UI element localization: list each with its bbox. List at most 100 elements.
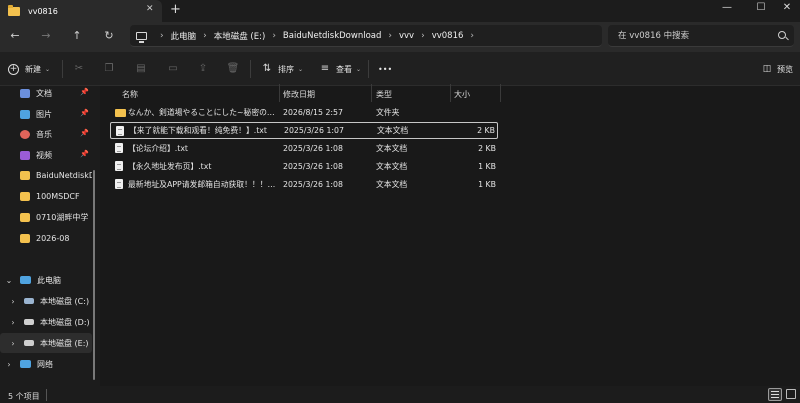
text-file-icon <box>116 126 124 136</box>
drive-icon <box>24 340 34 346</box>
sidebar-item-label: 100MSDCF <box>36 191 80 201</box>
file-modified: 2025/3/26 1:08 <box>283 180 343 189</box>
sidebar-item-label: 音乐 <box>36 129 52 139</box>
file-modified: 2026/8/15 2:57 <box>283 108 343 117</box>
sidebar-item-2026-08[interactable]: 2026-08 <box>0 228 92 248</box>
column-divider[interactable] <box>279 84 280 102</box>
sort-label: 排序 <box>278 64 294 74</box>
status-divider <box>46 389 47 401</box>
sidebar-scrollbar[interactable] <box>93 170 95 380</box>
sidebar-item-label: BaiduNetdiskDownload <box>36 170 92 180</box>
file-type: 文本文档 <box>376 180 408 189</box>
details-view-icon[interactable] <box>768 388 782 401</box>
new-button[interactable]: + 新建 ⌄ <box>8 61 50 77</box>
folder-icon <box>8 4 20 16</box>
rename-icon[interactable]: ▭ <box>166 62 180 76</box>
breadcrumb-vv0816[interactable]: vv0816 <box>432 31 464 41</box>
breadcrumb-separator[interactable]: › <box>421 31 425 41</box>
column-divider[interactable] <box>371 84 372 102</box>
network-icon <box>20 360 31 368</box>
file-modified: 2025/3/26 1:08 <box>283 162 343 171</box>
breadcrumb-separator[interactable]: › <box>388 31 392 41</box>
toolbar-divider <box>368 60 369 78</box>
view-label: 查看 <box>336 64 352 74</box>
chevron-right-icon[interactable]: › <box>4 360 14 369</box>
file-type: 文本文档 <box>377 126 409 135</box>
view-button[interactable]: ≡ 查看 ⌄ <box>318 61 361 77</box>
sidebar-item-100msdcf[interactable]: 100MSDCF <box>0 186 92 206</box>
close-window-button[interactable]: ✕ <box>772 0 800 18</box>
breadcrumb-separator[interactable]: › <box>203 31 207 41</box>
sidebar-item-baidunetdiskdownload[interactable]: BaiduNetdiskDownload <box>0 165 92 185</box>
file-name: 【论坛介绍】.txt <box>128 144 188 153</box>
column-header-size[interactable]: 大小 <box>454 88 470 102</box>
sidebar-item-this-pc[interactable]: ⌄ 此电脑 <box>0 270 92 290</box>
file-name: 【永久地址发布页】.txt <box>128 162 212 171</box>
folder-icon <box>115 109 126 117</box>
breadcrumb-separator[interactable]: › <box>272 31 276 41</box>
folder-icon <box>20 170 30 180</box>
column-header-modified[interactable]: 修改日期 <box>283 88 315 102</box>
sidebar-item-label: 0710湖畔中学 <box>36 212 89 222</box>
table-row[interactable]: 【来了就能下载和观看！纯免费！】.txt 2025/3/26 1:07 文本文档… <box>110 122 498 139</box>
breadcrumb-drive-e[interactable]: 本地磁盘 (E:) <box>214 30 266 42</box>
table-row[interactable]: 【永久地址发布页】.txt 2025/3/26 1:08 文本文档 1 KB <box>110 158 498 175</box>
sidebar-item-label: 网络 <box>37 359 53 369</box>
paste-icon[interactable]: ▤ <box>134 62 148 76</box>
up-button[interactable]: ↑ <box>68 27 86 45</box>
tab-vv0816[interactable]: vv0816 ✕ <box>0 0 162 22</box>
breadcrumb-this-pc[interactable]: 此电脑 <box>171 30 197 42</box>
pictures-icon <box>20 109 30 119</box>
search-input[interactable]: 在 vv0816 中搜索 <box>608 25 794 47</box>
refresh-button[interactable]: ↻ <box>100 27 118 45</box>
sidebar-item-drive-e[interactable]: › 本地磁盘 (E:) <box>0 333 92 353</box>
chevron-right-icon[interactable]: › <box>8 297 18 306</box>
copy-icon[interactable]: ❐ <box>102 62 116 76</box>
tab-title: vv0816 <box>28 6 58 16</box>
drive-icon <box>24 319 34 325</box>
breadcrumb-vvv[interactable]: vvv <box>399 31 414 41</box>
share-icon[interactable]: ⇪ <box>196 62 210 76</box>
sidebar-item-drive-c[interactable]: › 本地磁盘 (C:) <box>0 291 92 311</box>
column-header-name[interactable]: 名称 <box>122 88 138 102</box>
search-icon[interactable] <box>778 31 786 39</box>
table-row[interactable]: 【论坛介绍】.txt 2025/3/26 1:08 文本文档 2 KB <box>110 140 498 157</box>
toolbar-divider <box>62 60 63 78</box>
new-tab-button[interactable]: + <box>170 2 181 17</box>
column-divider[interactable] <box>500 84 501 102</box>
sidebar-item-documents[interactable]: 文档 📌 <box>0 83 92 103</box>
sort-icon: ⇅ <box>262 63 272 74</box>
chevron-right-icon[interactable]: › <box>8 318 18 327</box>
breadcrumb-separator[interactable]: › <box>470 31 474 41</box>
cut-icon[interactable]: ✂ <box>72 62 86 76</box>
sidebar-item-music[interactable]: 音乐 📌 <box>0 124 92 144</box>
breadcrumb-separator[interactable]: › <box>160 31 164 41</box>
sidebar-item-0710[interactable]: 0710湖畔中学 <box>0 207 92 227</box>
file-name: 最新地址及APP请发邮箱自动获取！！！… <box>128 180 276 189</box>
file-modified: 2025/3/26 1:08 <box>283 144 343 153</box>
breadcrumb-baidunetdiskdownload[interactable]: BaiduNetdiskDownload <box>283 31 381 41</box>
sort-button[interactable]: ⇅ 排序 ⌄ <box>260 61 303 77</box>
table-row[interactable]: なんか、剣道場やることにした~秘密の… 2026/8/15 2:57 文件夹 <box>110 104 498 121</box>
sidebar-item-network[interactable]: › 网络 <box>0 354 92 374</box>
minimize-button[interactable]: — <box>712 0 742 18</box>
sidebar-item-label: 本地磁盘 (E:) <box>40 338 89 348</box>
sidebar-item-drive-d[interactable]: › 本地磁盘 (D:) <box>0 312 92 332</box>
chevron-down-icon[interactable]: ⌄ <box>4 276 14 285</box>
preview-label: 预览 <box>777 64 793 74</box>
delete-icon[interactable]: 🗑 <box>226 62 240 76</box>
close-tab-icon[interactable]: ✕ <box>146 4 154 14</box>
folder-icon <box>20 191 30 201</box>
table-row[interactable]: 最新地址及APP请发邮箱自动获取！！！… 2025/3/26 1:08 文本文档… <box>110 176 498 193</box>
sidebar-item-videos[interactable]: 视频 📌 <box>0 145 92 165</box>
more-options-button[interactable]: ••• <box>378 61 392 77</box>
sidebar-item-pictures[interactable]: 图片 📌 <box>0 104 92 124</box>
column-header-type[interactable]: 类型 <box>376 88 392 102</box>
preview-button[interactable]: ◫ 预览 <box>760 61 793 77</box>
column-divider[interactable] <box>450 84 451 102</box>
back-button[interactable]: ← <box>6 27 24 45</box>
forward-button[interactable]: → <box>37 27 55 45</box>
tiles-view-icon[interactable] <box>786 389 796 399</box>
address-bar[interactable]: › 此电脑 › 本地磁盘 (E:) › BaiduNetdiskDownload… <box>130 25 602 47</box>
chevron-right-icon[interactable]: › <box>8 339 18 348</box>
